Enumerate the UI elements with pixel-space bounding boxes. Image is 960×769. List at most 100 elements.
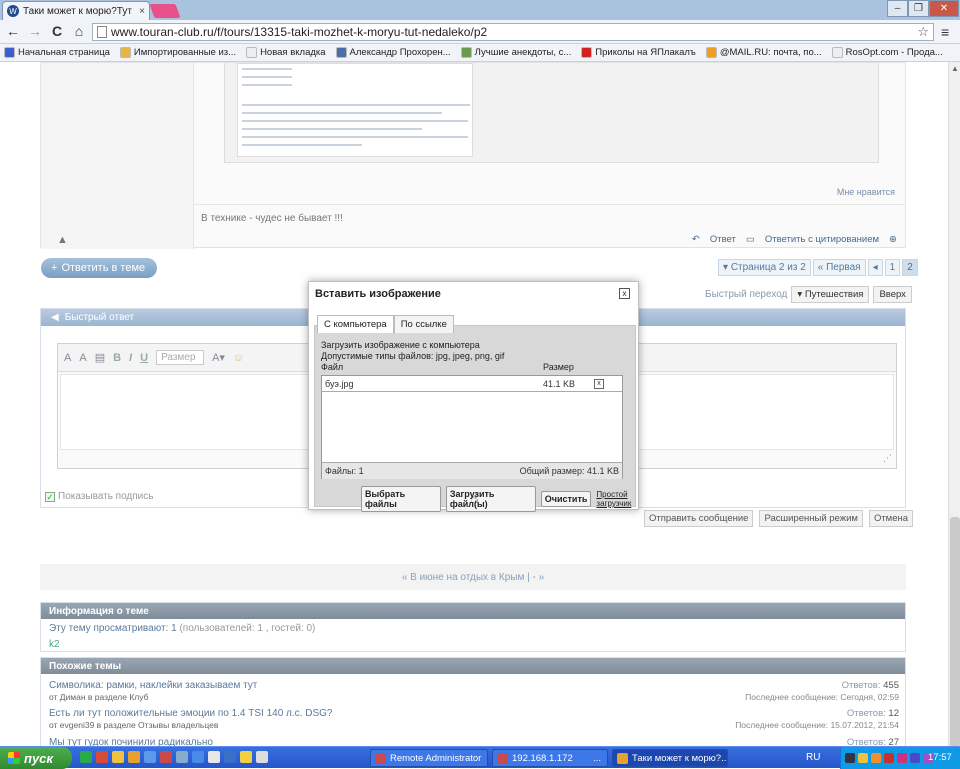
bookmark-item[interactable]: RosOpt.com - Прода... [831,47,943,58]
back-arrow-icon[interactable]: ← [4,23,22,39]
text-color-icon[interactable]: A▾ [212,351,225,364]
paste-icon[interactable]: ▤ [95,351,105,364]
quick-jump-select[interactable]: ▾ Путешествия [791,286,870,303]
font-color-icon[interactable]: A [64,352,71,364]
upload-files-button[interactable]: Загрузить файл(ы) [445,486,536,512]
reply-link[interactable]: Ответ [710,234,736,245]
quicklaunch-icon[interactable] [208,751,220,763]
font-size-select[interactable]: Размер [156,350,205,365]
bookmark-item[interactable]: Приколы на ЯПлакалъ [581,47,696,58]
start-button[interactable]: пуск [0,747,72,769]
page-count-dropdown[interactable]: ▾ Страница 2 из 2 [718,259,811,276]
clear-button[interactable]: Очистить [540,491,592,507]
page-1-link[interactable]: 1 [884,259,901,276]
show-signature-checkbox[interactable]: ✓ [45,491,55,502]
collapse-icon[interactable]: ◀ [51,312,59,323]
new-tab-button[interactable] [149,4,181,18]
bookmark-item[interactable]: Начальная страница [4,47,110,58]
resize-grip-icon[interactable]: ⋰ [883,453,892,464]
bookmark-item[interactable]: @MAIL.RU: почта, по... [705,47,822,58]
quicklaunch-icon[interactable] [240,751,252,763]
chrome-icon[interactable] [128,751,140,763]
taskbar-item[interactable]: 192.168.1.172 ... [492,749,608,767]
quicklaunch-icon[interactable] [160,751,172,763]
task-label: Таки может к морю?... [632,752,728,764]
smiley-icon[interactable]: ☺ [233,352,244,364]
minimize-button[interactable]: – [887,0,908,17]
quicklaunch-icon[interactable] [144,751,156,763]
multi-quote-icon[interactable]: ⊕ [889,234,897,245]
similar-thread-title[interactable]: Символика: рамки, наклейки заказываем ту… [49,680,257,691]
reply-in-thread-button[interactable]: + Ответить в теме [41,258,157,278]
tray-icon[interactable] [845,753,855,763]
remove-file-icon[interactable]: x [594,378,604,389]
quicklaunch-icon[interactable] [96,751,108,763]
tray-icon[interactable] [858,753,868,763]
forward-arrow-icon[interactable]: → [26,23,44,39]
bookmark-star-icon[interactable]: ☆ [917,24,929,40]
report-warning-icon[interactable]: ▲ [57,234,68,246]
remove-format-icon[interactable]: A [79,352,86,364]
quicklaunch-icon[interactable] [176,751,188,763]
quicklaunch-icon[interactable] [224,751,236,763]
prev-page-link[interactable]: ◂ [867,259,883,276]
quick-reply-title: Быстрый ответ [64,312,135,323]
reload-icon[interactable]: C [48,23,66,39]
thread-nav-links[interactable]: « В июне на отдых в Крым | - » [402,572,544,583]
quicklaunch-icon[interactable] [80,751,92,763]
first-page-link[interactable]: « Первая [812,259,866,276]
home-icon[interactable]: ⌂ [70,23,88,39]
address-bar[interactable]: www.touran-club.ru/f/tours/13315-taki-mo… [92,23,934,41]
files-count: Файлы: 1 [325,466,364,476]
underline-icon[interactable]: U [140,352,148,364]
hand-cursor-icon: ☝ [470,490,479,506]
tray-icon[interactable] [884,753,894,763]
file-row: буэ.jpg 41.1 KB x [322,376,622,392]
bookmark-favicon-icon [119,47,131,58]
tab-close-icon[interactable]: × [139,6,145,17]
similar-thread-title[interactable]: Мы тут гудок починили радикально [49,737,213,746]
quicklaunch-icon[interactable] [112,751,124,763]
bookmark-item[interactable]: Лучшие анекдоты, с... [460,47,571,58]
page-2-current: 2 [902,259,918,276]
advanced-mode-button[interactable]: Расширенный режим [759,510,863,527]
tray-icon[interactable] [910,753,920,763]
scroll-up-icon[interactable]: ▲ [951,64,959,73]
browser-menu-icon[interactable]: ≡ [941,24,949,40]
browser-tab-active[interactable]: W Таки может к морю?Тут не... × [2,1,150,20]
attached-screenshot[interactable] [237,63,473,157]
quicklaunch-icon[interactable] [192,751,204,763]
taskbar-item[interactable]: Remote Administrator [370,749,488,767]
scroll-top-button[interactable]: Вверх [873,286,912,303]
tray-icon[interactable] [897,753,907,763]
simple-uploader-link[interactable]: Простой загрузчик [596,490,635,508]
similar-thread-title[interactable]: Есть ли тут положительные эмоции по 1.4 … [49,708,332,719]
send-message-button[interactable]: Отправить сообщение [644,510,754,527]
quote-reply-link[interactable]: Ответить с цитированием [765,234,879,245]
taskbar-item-active[interactable]: Таки может к морю?... [612,749,728,767]
address-url: www.touran-club.ru/f/tours/13315-taki-mo… [111,25,488,39]
like-link[interactable]: Мне нравится [837,187,895,197]
bookmark-item[interactable]: Новая вкладка [246,47,326,58]
choose-files-button[interactable]: Выбрать файлы [361,486,441,512]
bookmark-label: @MAIL.RU: почта, по... [719,47,822,58]
viewer-user-link[interactable]: k2 [49,639,60,650]
bookmark-favicon-icon [705,47,717,58]
quicklaunch-icon[interactable] [256,751,268,763]
bookmark-item[interactable]: Импортированные из... [119,47,236,58]
language-indicator[interactable]: RU [806,752,820,763]
dialog-close-icon[interactable]: x [619,288,630,299]
close-window-button[interactable]: ✕ [929,0,959,17]
show-signature-option[interactable]: ✓ Показывать подпись [45,491,153,502]
page-scrollbar[interactable]: ▲ [948,62,960,747]
scrollbar-thumb[interactable] [950,517,960,747]
bold-icon[interactable]: B [113,352,121,364]
cancel-button[interactable]: Отмена [868,510,914,527]
tab-by-link[interactable]: По ссылке [393,315,454,333]
tray-icon[interactable] [871,753,881,763]
tab-from-computer[interactable]: С компьютера [317,315,394,333]
bookmark-item[interactable]: Александр Прохорен... [335,47,451,58]
italic-icon[interactable]: I [129,352,132,364]
maximize-button[interactable]: ❐ [908,0,929,17]
post-signature: В технике - чудес не бывает !!! [201,213,343,224]
